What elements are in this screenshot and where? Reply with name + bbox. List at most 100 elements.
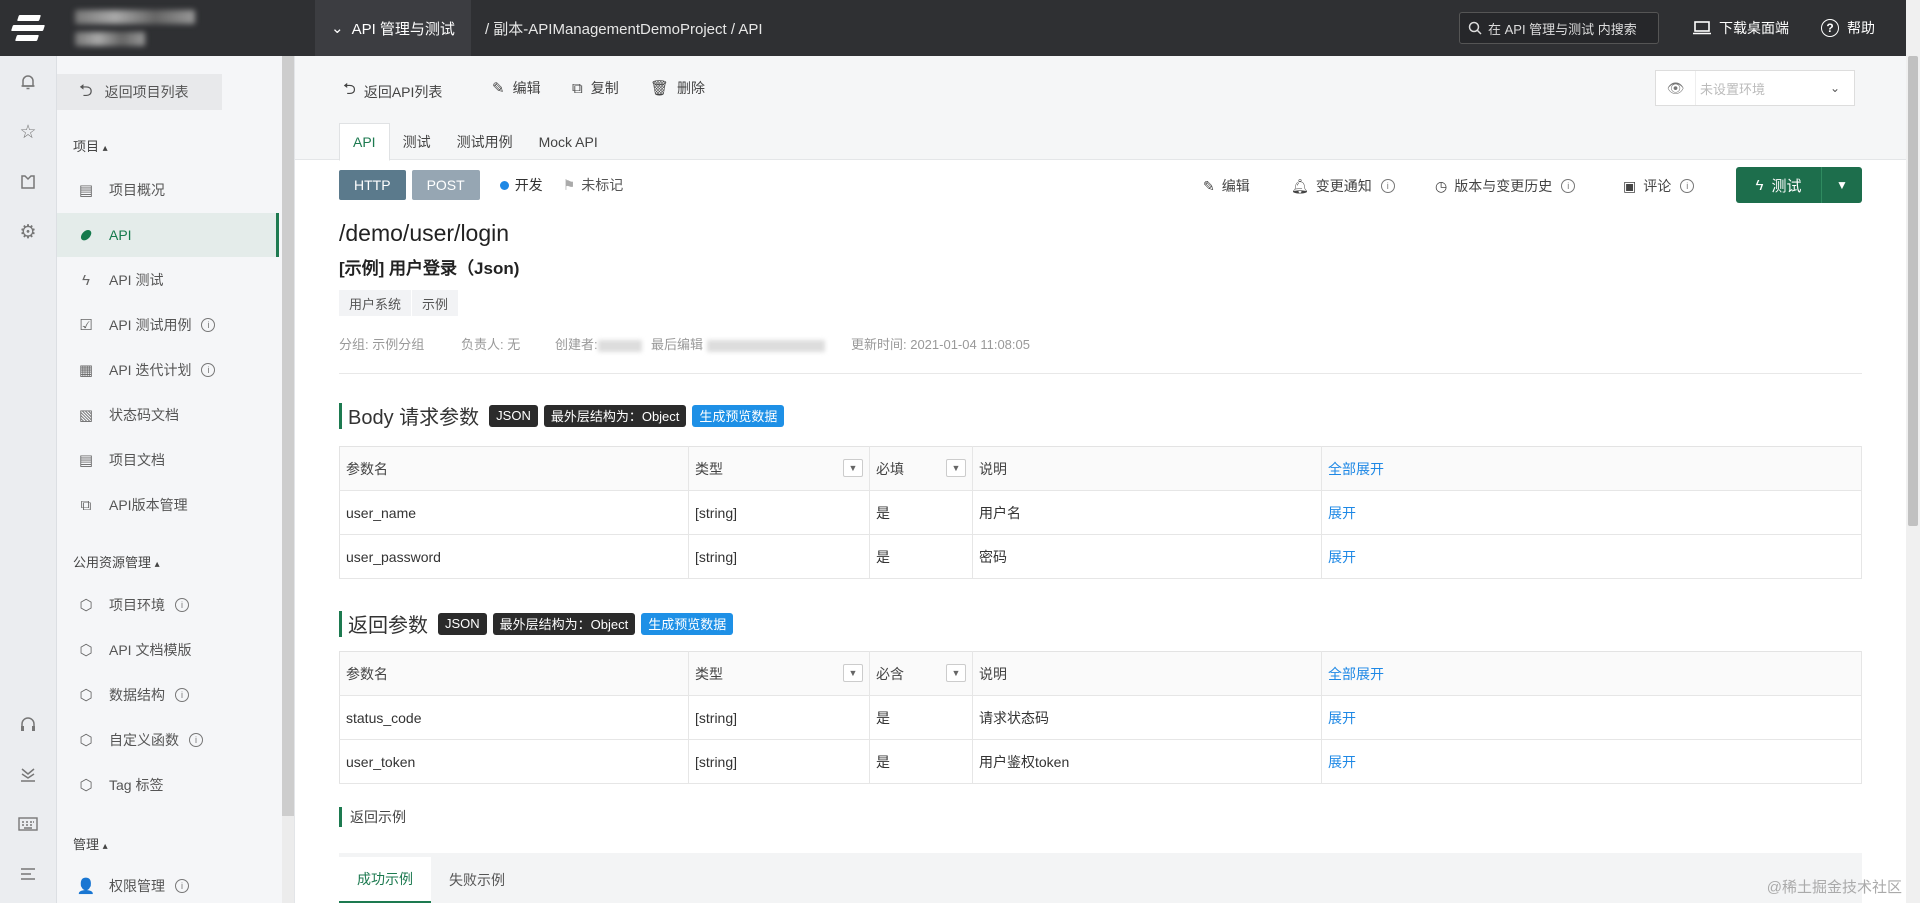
tab-success-example[interactable]: 成功示例 bbox=[339, 857, 431, 903]
bell-icon: 🔔︎ bbox=[1291, 177, 1309, 194]
app-logo[interactable] bbox=[0, 0, 57, 56]
bag-icon[interactable] bbox=[16, 170, 40, 194]
sidebar-item-doc-templates[interactable]: ⬡ API 文档模版 bbox=[57, 628, 279, 672]
cube-icon: ⬡ bbox=[79, 687, 93, 704]
info-icon[interactable]: i bbox=[201, 363, 216, 377]
test-button[interactable]: ϟ 测试 bbox=[1736, 167, 1822, 203]
expand-link[interactable]: 展开 bbox=[1321, 534, 1862, 579]
environment-select[interactable]: 👁 未设置环境 ⌄ bbox=[1655, 70, 1855, 106]
menu-collapse-icon[interactable] bbox=[16, 862, 40, 886]
copy-button[interactable]: ⧉ 复制 bbox=[572, 78, 619, 98]
sidebar-item-api-versions[interactable]: ⧉ API版本管理 bbox=[57, 483, 279, 527]
filter-dropdown-icon[interactable]: ▼ bbox=[843, 663, 863, 682]
sidebar-item-api-test[interactable]: ϟ API 测试 bbox=[57, 258, 279, 302]
bell-icon[interactable] bbox=[16, 70, 40, 94]
pencil-icon: ✎ bbox=[492, 80, 505, 97]
meta-group: 分组: 示例分组 bbox=[339, 337, 425, 352]
response-params-table: 参数名 类型 ▼ 必含 ▼ 说明 全部展开 status_code [string]… bbox=[339, 651, 1862, 784]
status-badge[interactable]: 开发 bbox=[499, 175, 543, 195]
back-to-project-list-button[interactable]: ⮌ 返回项目列表 bbox=[57, 74, 222, 110]
page-scrollbar[interactable] bbox=[1906, 0, 1920, 903]
sidebar-item-tags[interactable]: ⬡ Tag 标签 bbox=[57, 763, 279, 807]
method-row: HTTP POST 开发 ⚑ 未标记 bbox=[339, 170, 623, 200]
table-row: user_token [string] 是 用户鉴权token 展开 bbox=[339, 739, 1862, 784]
meta-owner: 负责人: 无 bbox=[461, 337, 521, 352]
download-desktop-link[interactable]: 下载桌面端 bbox=[1693, 18, 1789, 38]
info-icon[interactable]: i bbox=[175, 688, 189, 702]
api-tabs: API 测试 测试用例 Mock API bbox=[339, 123, 611, 161]
info-icon[interactable]: i bbox=[175, 598, 189, 612]
headset-icon[interactable] bbox=[16, 712, 40, 736]
sidebar-scrollbar[interactable] bbox=[282, 56, 294, 903]
help-link[interactable]: ? 帮助 bbox=[1821, 18, 1875, 38]
section-title: 返回示例 bbox=[350, 809, 406, 825]
test-dropdown-button[interactable]: ▼ bbox=[1822, 167, 1862, 203]
generate-preview-button[interactable]: 生成预览数据 bbox=[641, 612, 734, 635]
section-public-resources[interactable]: 公用资源管理 ▴ bbox=[73, 552, 160, 571]
page-scrollbar-thumb[interactable] bbox=[1908, 56, 1918, 526]
sidebar-item-overview[interactable]: ▤ 项目概况 bbox=[57, 168, 279, 212]
expand-all-link[interactable]: 全部展开 bbox=[1321, 651, 1862, 696]
back-to-api-list-button[interactable]: ⮌ 返回API列表 bbox=[343, 78, 442, 105]
cube-icon: ⬡ bbox=[79, 597, 93, 614]
generate-preview-button[interactable]: 生成预览数据 bbox=[692, 404, 785, 427]
tab-test[interactable]: 测试 bbox=[390, 123, 444, 161]
response-examples-header: 返回示例 bbox=[339, 807, 406, 827]
logo-icon bbox=[10, 15, 46, 41]
sidebar-item-api[interactable]: ⬬ API bbox=[57, 213, 279, 257]
info-icon[interactable]: i bbox=[189, 733, 203, 747]
download-tray-icon[interactable] bbox=[16, 762, 40, 786]
version-history-action[interactable]: ◷ 版本与变更历史 i bbox=[1435, 176, 1576, 196]
info-icon[interactable]: i bbox=[1561, 179, 1576, 193]
tab-api[interactable]: API bbox=[339, 123, 390, 161]
info-icon[interactable]: i bbox=[1380, 179, 1395, 193]
keyboard-icon[interactable] bbox=[16, 812, 40, 836]
tab-test-cases[interactable]: 测试用例 bbox=[444, 123, 526, 161]
star-icon[interactable]: ☆ bbox=[16, 120, 40, 144]
edit-button[interactable]: ✎ 编辑 bbox=[492, 78, 541, 98]
delete-button[interactable]: 🗑 删除 bbox=[650, 78, 705, 98]
info-icon[interactable]: i bbox=[175, 879, 189, 893]
sidebar-item-api-iteration[interactable]: ▦ API 迭代计划 i bbox=[57, 348, 279, 392]
sidebar-item-api-test-cases[interactable]: ☑ API 测试用例 i bbox=[57, 303, 279, 347]
tag-chip[interactable]: 示例 bbox=[412, 290, 459, 316]
sidebar-item-project-docs[interactable]: ▤ 项目文档 bbox=[57, 438, 279, 482]
expand-all-link[interactable]: 全部展开 bbox=[1321, 446, 1862, 491]
settings-icon[interactable]: ⚙ bbox=[16, 220, 40, 244]
tag-chip[interactable]: 用户系统 bbox=[339, 290, 412, 316]
sidebar-item-permissions[interactable]: 👤 权限管理 i bbox=[57, 864, 279, 903]
sidebar-item-status-docs[interactable]: ▧ 状态码文档 bbox=[57, 393, 279, 437]
section-manage[interactable]: 管理 ▴ bbox=[73, 834, 108, 853]
column-header-type: 类型 ▼ bbox=[688, 446, 870, 491]
meta-updated: 更新时间: 2021-01-04 11:08:05 bbox=[851, 337, 1030, 352]
column-header: 参数名 bbox=[339, 651, 689, 696]
filter-dropdown-icon[interactable]: ▼ bbox=[946, 458, 966, 477]
chevron-down-icon: ⌄ bbox=[331, 20, 344, 37]
tab-mock-api[interactable]: Mock API bbox=[526, 123, 611, 161]
comment-action[interactable]: ▣ 评论 i bbox=[1623, 176, 1695, 196]
change-notify-action[interactable]: 🔔︎ 变更通知 i bbox=[1291, 176, 1395, 196]
info-icon[interactable]: i bbox=[1680, 179, 1695, 193]
lightning-icon: ϟ bbox=[82, 271, 90, 289]
body-params-table: 参数名 类型 ▼ 必填 ▼ 说明 全部展开 user_name [string] 是… bbox=[339, 446, 1862, 579]
search-input[interactable]: 在 API 管理与测试 内搜索 bbox=[1459, 12, 1659, 44]
filter-dropdown-icon[interactable]: ▼ bbox=[843, 458, 863, 477]
flag-marker[interactable]: ⚑ 未标记 bbox=[563, 175, 624, 195]
expand-link[interactable]: 展开 bbox=[1321, 695, 1862, 740]
sidebar-item-custom-functions[interactable]: ⬡ 自定义函数 i bbox=[57, 718, 279, 762]
expand-link[interactable]: 展开 bbox=[1321, 739, 1862, 784]
sidebar-item-environments[interactable]: ⬡ 项目环境 i bbox=[57, 583, 279, 627]
section-project[interactable]: 项目 ▴ bbox=[73, 136, 108, 155]
tab-failure-example[interactable]: 失败示例 bbox=[431, 857, 523, 903]
api-icon: ⬬ bbox=[75, 224, 97, 246]
edit-action[interactable]: ✎ 编辑 bbox=[1203, 176, 1250, 196]
expand-link[interactable]: 展开 bbox=[1321, 490, 1862, 535]
structure-badge: 最外层结构为：Object bbox=[492, 612, 636, 635]
project-menu-dropdown[interactable]: ⌄ API 管理与测试 bbox=[315, 0, 471, 56]
info-icon[interactable]: i bbox=[201, 318, 216, 332]
breadcrumb[interactable]: / 副本-APIManagementDemoProject / API bbox=[471, 18, 763, 39]
sidebar-scrollbar-thumb[interactable] bbox=[282, 56, 294, 816]
body-params-header: Body 请求参数 JSON 最外层结构为：Object 生成预览数据 bbox=[339, 401, 785, 430]
sidebar-item-data-structures[interactable]: ⬡ 数据结构 i bbox=[57, 673, 279, 717]
filter-dropdown-icon[interactable]: ▼ bbox=[946, 663, 966, 682]
